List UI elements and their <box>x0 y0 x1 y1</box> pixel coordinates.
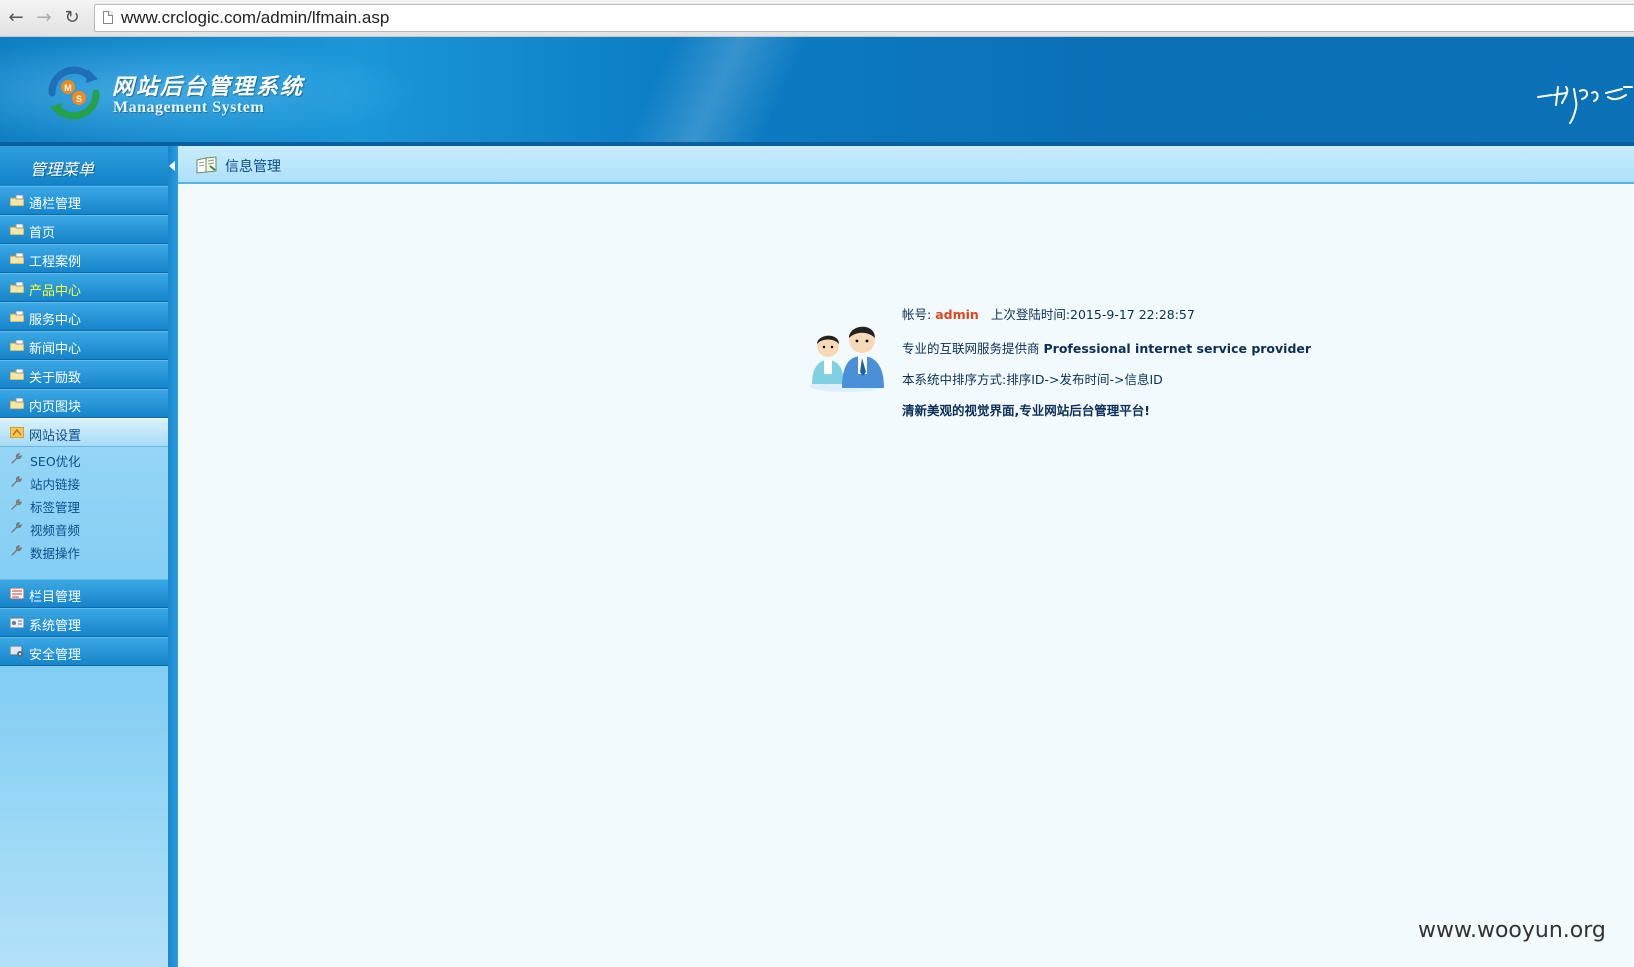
sidebar-item-label: 首页 <box>29 226 56 241</box>
folder-icon <box>10 282 24 293</box>
sidebar-item-label: 网站设置 <box>29 429 82 444</box>
logo-letter-s: S <box>76 94 82 104</box>
info-block: 帐号: admin 上次登陆时间:2015-9-17 22:28:57 专业的互联网… <box>902 307 1602 456</box>
wrench-icon <box>11 499 22 510</box>
sort-line: 本系统中排序方式:排序ID->发布时间->信息ID <box>902 372 1163 387</box>
slogan-line: 清新美观的视觉界面,专业网站后台管理平台! <box>902 403 1150 418</box>
sidebar-item-columns[interactable]: 栏目管理 <box>0 579 168 608</box>
sidebar-item-cases[interactable]: 工程案例 <box>0 244 168 273</box>
folder-icon <box>10 195 24 206</box>
sidebar-item-news[interactable]: 新闻中心 <box>0 331 168 360</box>
sidebar-item-about[interactable]: 关于励致 <box>0 360 168 389</box>
book-icon <box>196 156 217 174</box>
submenu-item-label: 视频音频 <box>30 523 81 538</box>
account-value: admin <box>935 307 979 322</box>
security-gear-icon <box>10 646 23 657</box>
sidebar-item-label: 产品中心 <box>29 284 82 299</box>
page-icon <box>103 11 113 24</box>
submenu-item-internal-links[interactable]: 站内链接 <box>0 471 168 493</box>
sidebar-item-home[interactable]: 首页 <box>0 215 168 244</box>
address-bar[interactable]: www.crclogic.com/admin/lfmain.asp <box>94 4 1634 32</box>
sidebar-item-label: 关于励致 <box>29 371 82 386</box>
provider-en: Professional internet service provider <box>1043 341 1312 356</box>
submenu-item-seo[interactable]: SEO优化 <box>0 448 168 470</box>
logo-icon: M S <box>48 66 100 120</box>
main-panel: 信息管理 帐号: admin 上次登陆时间:2015-9-17 22:28:57 专… <box>178 146 1634 967</box>
submenu-item-data-ops[interactable]: 数据操作 <box>0 540 168 562</box>
submenu-item-label: 数据操作 <box>30 546 81 561</box>
site-header: M S 网站后台管理系统 Management System <box>0 37 1634 146</box>
logo-letter-m: M <box>64 83 72 93</box>
sidebar-item-system[interactable]: 系统管理 <box>0 608 168 637</box>
wrench-icon <box>11 453 22 464</box>
submenu-item-media[interactable]: 视频音频 <box>0 517 168 539</box>
wrench-icon <box>11 545 22 556</box>
handwritten-signature-icon <box>1537 86 1633 124</box>
sidebar-item-site-settings[interactable]: 网站设置 <box>0 418 168 447</box>
forward-arrow-icon[interactable]: → <box>32 6 56 30</box>
settings-submenu: SEO优化 站内链接 标签管理 视频音频 数据操作 <box>0 448 168 576</box>
submenu-item-label: 站内链接 <box>30 477 81 492</box>
last-login-label: 上次登陆时间: <box>990 307 1071 322</box>
last-login-value: 2015-9-17 22:28:57 <box>1070 307 1195 322</box>
columns-icon <box>10 588 24 599</box>
reload-icon[interactable]: ↻ <box>60 6 84 30</box>
folder-icon <box>10 340 24 351</box>
sidebar-title: 管理菜单 <box>30 160 95 179</box>
folder-icon <box>10 398 24 409</box>
sidebar-item-label: 服务中心 <box>29 313 82 328</box>
sidebar-item-products[interactable]: 产品中心 <box>0 273 168 302</box>
sidebar-item-label: 安全管理 <box>29 648 82 663</box>
folder-icon <box>10 369 24 380</box>
sidebar-item-label: 通栏管理 <box>29 197 82 212</box>
logo-title: 网站后台管理系统 <box>112 74 305 100</box>
users-icon <box>810 326 884 392</box>
system-card-icon <box>10 617 24 628</box>
account-label: 帐号: <box>902 307 932 322</box>
watermark: www.wooyun.org <box>1418 918 1606 943</box>
submenu-item-tags[interactable]: 标签管理 <box>0 494 168 516</box>
sidebar-item-label: 系统管理 <box>29 619 82 634</box>
provider-line: 专业的互联网服务提供商 Professional internet servic… <box>902 338 1311 357</box>
sidebar-item-label: 工程案例 <box>29 255 82 270</box>
folder-icon <box>10 253 24 264</box>
submenu-item-label: SEO优化 <box>30 454 81 469</box>
url-text[interactable]: www.crclogic.com/admin/lfmain.asp <box>121 8 389 28</box>
wrench-icon <box>11 476 22 487</box>
sidebar-item-banner[interactable]: 通栏管理 <box>0 186 168 215</box>
provider-cn: 专业的互联网服务提供商 <box>902 341 1040 356</box>
folder-icon <box>10 224 24 235</box>
sidebar-item-security[interactable]: 安全管理 <box>0 637 168 666</box>
browser-toolbar: ← → ↻ www.crclogic.com/admin/lfmain.asp <box>0 0 1634 37</box>
sidebar-item-services[interactable]: 服务中心 <box>0 302 168 331</box>
page-title: 信息管理 <box>225 159 281 175</box>
open-folder-icon <box>10 427 24 438</box>
sidebar-header: 管理菜单 <box>0 146 168 187</box>
account-line: 帐号: admin 上次登陆时间:2015-9-17 22:28:57 <box>902 304 1195 323</box>
sidebar-collapse-strip[interactable] <box>168 146 178 967</box>
sidebar-item-label: 栏目管理 <box>29 590 82 605</box>
sidebar: 管理菜单 通栏管理 首页 工程案例 产品中心 服务中心 新闻中心 关于励致 内页… <box>0 146 169 967</box>
sidebar-item-label: 内页图块 <box>29 400 82 415</box>
folder-icon <box>10 311 24 322</box>
submenu-item-label: 标签管理 <box>30 500 81 515</box>
collapse-arrow-icon[interactable] <box>169 161 175 171</box>
logo-subtitle: Management System <box>113 99 265 116</box>
main-titlebar: 信息管理 <box>178 146 1634 184</box>
wrench-icon <box>11 522 22 533</box>
back-arrow-icon[interactable]: ← <box>4 6 28 30</box>
sidebar-item-page-blocks[interactable]: 内页图块 <box>0 389 168 418</box>
sidebar-item-label: 新闻中心 <box>29 342 82 357</box>
